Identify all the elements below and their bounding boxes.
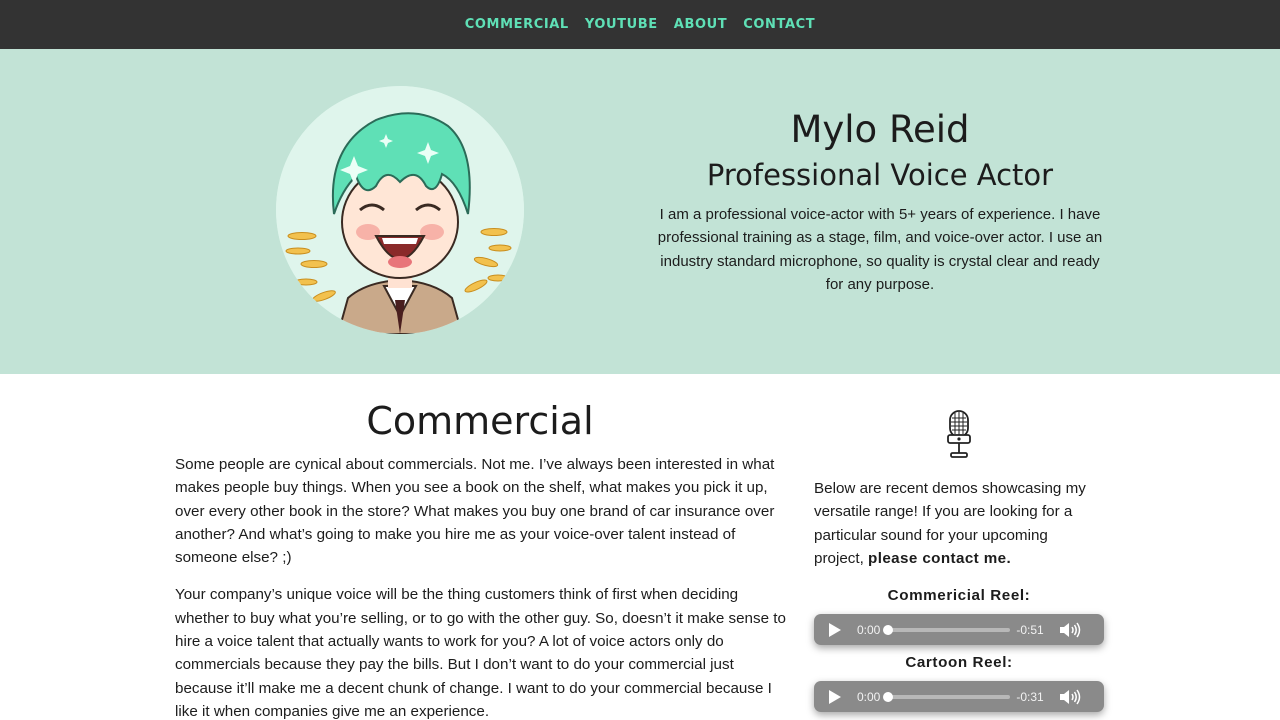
remaining-time: -0:31 — [1016, 689, 1044, 704]
commercial-section: Commercial Some people are cynical about… — [175, 395, 787, 720]
body-paragraph: Your company’s unique voice will be the … — [175, 586, 786, 720]
section-title: Commercial — [366, 399, 594, 443]
current-time: 0:00 — [857, 622, 881, 637]
play-icon — [829, 622, 841, 637]
page-title: Mylo Reid — [790, 108, 970, 151]
hero-bio: I am a professional voice-actor with 5+ … — [657, 206, 1103, 293]
demos-sidebar: Below are recent demos showcasing my ver… — [814, 410, 1106, 713]
body-paragraph: Some people are cynical about commercial… — [175, 456, 775, 567]
hero-subtitle: Professional Voice Actor — [706, 158, 1054, 192]
play-button[interactable] — [828, 622, 844, 638]
demos-intro: Below are recent demos showcasing my ver… — [814, 477, 1094, 570]
nav-link-contact[interactable]: CONTACT — [743, 17, 815, 32]
nav-link-about[interactable]: ABOUT — [674, 17, 727, 32]
audio-player: 0:00 -0:51 — [814, 614, 1104, 646]
microphone-icon-wrap — [814, 410, 1104, 462]
seek-bar[interactable] — [883, 624, 1011, 635]
hero-text: Mylo Reid Professional Voice Actor I am … — [650, 107, 1110, 296]
volume-button[interactable] — [1059, 689, 1081, 705]
volume-icon — [1059, 689, 1080, 705]
hero-banner: Mylo Reid Professional Voice Actor I am … — [0, 49, 1280, 374]
reel-label: Cartoon Reel: — [905, 654, 1013, 672]
play-icon — [829, 689, 841, 704]
nav-link-commercial[interactable]: COMMERCIAL — [465, 17, 569, 32]
volume-button[interactable] — [1059, 622, 1081, 638]
microphone-icon — [947, 410, 971, 458]
volume-icon — [1059, 622, 1080, 638]
seek-bar[interactable] — [883, 691, 1011, 702]
audio-player: 0:00 -0:31 — [814, 681, 1104, 713]
top-nav: COMMERCIAL YOUTUBE ABOUT CONTACT — [0, 0, 1280, 49]
seek-thumb[interactable] — [883, 624, 894, 635]
seek-thumb[interactable] — [883, 691, 894, 702]
play-button[interactable] — [828, 689, 844, 705]
contact-link[interactable]: please contact me. — [868, 550, 1011, 567]
reel-label: Commericial Reel: — [887, 587, 1031, 605]
current-time: 0:00 — [857, 689, 881, 704]
cartoon-avatar-icon — [276, 86, 524, 334]
avatar — [276, 86, 524, 334]
remaining-time: -0:51 — [1016, 622, 1044, 637]
nav-link-youtube[interactable]: YOUTUBE — [585, 17, 658, 32]
